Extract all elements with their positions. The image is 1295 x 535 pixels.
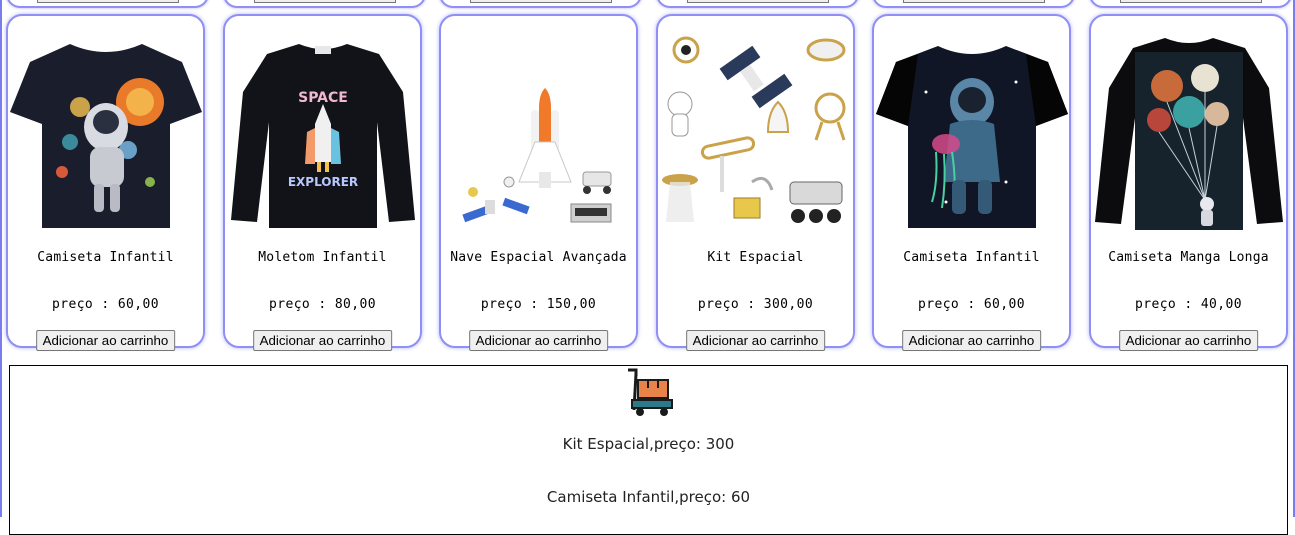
cart-item: Kit Espacial,preço: 300: [562, 435, 735, 453]
add-to-cart-button-stub[interactable]: [37, 0, 179, 3]
cart-item: Camiseta Infantil,preço: 60: [546, 488, 751, 506]
product-price: preço : 80,00: [269, 297, 376, 312]
product-card: SPACE EXPLORER Moletom Infantil preço : …: [223, 14, 422, 351]
product-card-stub: [872, 0, 1075, 8]
product-price: preço : 60,00: [52, 297, 159, 312]
space-shuttle-toy-image: [443, 32, 635, 232]
add-to-cart-button-stub[interactable]: [687, 0, 829, 3]
product-price: preço : 150,00: [480, 297, 597, 312]
add-to-cart-button[interactable]: Adicionar ao carrinho: [1118, 330, 1259, 351]
product-name: Kit Espacial: [707, 250, 804, 265]
product-price: preço : 300,00: [697, 297, 814, 312]
add-to-cart-button[interactable]: Adicionar ao carrinho: [901, 330, 1042, 351]
cart-panel: Kit Espacial,preço: 300 Camiseta Infanti…: [9, 365, 1288, 535]
product-card-stub: [1089, 0, 1292, 8]
svg-text:EXPLORER: EXPLORER: [288, 175, 358, 189]
product-name: Camiseta Infantil: [37, 250, 174, 265]
add-to-cart-button[interactable]: Adicionar ao carrinho: [468, 330, 609, 351]
product-price: preço : 60,00: [918, 297, 1025, 312]
add-to-cart-button[interactable]: Adicionar ao carrinho: [685, 330, 826, 351]
product-name: Nave Espacial Avançada: [450, 250, 627, 265]
astronaut-balloons-longsleeve-image: [1093, 32, 1285, 232]
product-card-stub: [656, 0, 859, 8]
add-to-cart-button-stub[interactable]: [470, 0, 612, 3]
astronaut-tshirt-image: [10, 32, 202, 232]
product-card-stub: [6, 0, 209, 8]
product-card: Nave Espacial Avançada preço : 150,00 Ad…: [439, 14, 638, 351]
add-to-cart-button-stub[interactable]: [1120, 0, 1262, 3]
add-to-cart-button-stub[interactable]: [903, 0, 1045, 3]
svg-text:SPACE: SPACE: [298, 90, 348, 106]
product-card-stub: [439, 0, 642, 8]
product-name: Camiseta Infantil: [903, 250, 1040, 265]
product-card-stub: [223, 0, 426, 8]
product-name: Camiseta Manga Longa: [1108, 250, 1269, 265]
product-card: Camiseta Manga Longa preço : 40,00 Adici…: [1089, 14, 1288, 351]
product-card: Kit Espacial preço : 300,00 Adicionar ao…: [656, 14, 855, 351]
astronaut-jellyfish-tshirt-image: [876, 32, 1068, 232]
space-explorer-sweatshirt-image: SPACE EXPLORER: [227, 32, 419, 232]
product-card: Camiseta Infantil preço : 60,00 Adiciona…: [872, 14, 1071, 351]
product-name: Moletom Infantil: [258, 250, 387, 265]
add-to-cart-button[interactable]: Adicionar ao carrinho: [35, 330, 176, 351]
add-to-cart-button[interactable]: Adicionar ao carrinho: [252, 330, 393, 351]
space-kit-toys-image: [660, 32, 852, 232]
product-price: preço : 40,00: [1135, 297, 1242, 312]
product-card: Camiseta Infantil preço : 60,00 Adiciona…: [6, 14, 205, 351]
shopping-cart-icon[interactable]: [622, 366, 676, 422]
add-to-cart-button-stub[interactable]: [254, 0, 396, 3]
